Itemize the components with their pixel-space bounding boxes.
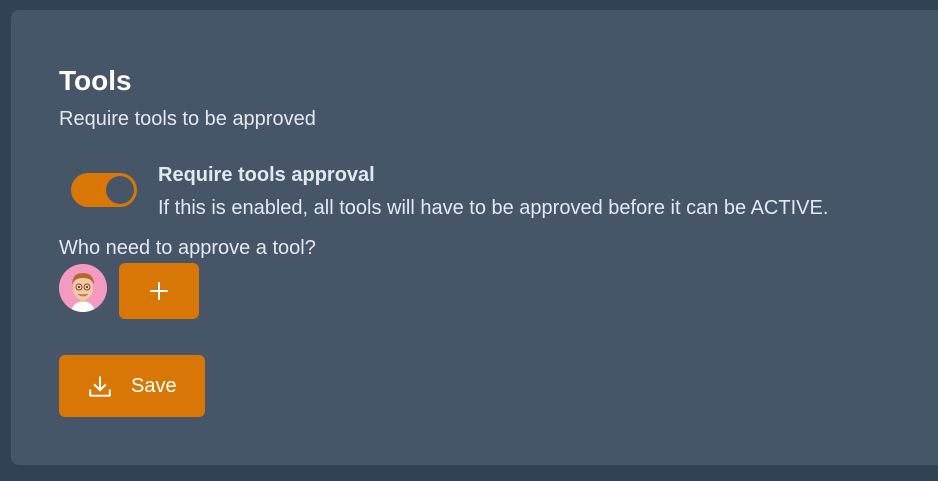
memoji-avatar-icon	[59, 264, 107, 312]
plus-icon	[150, 282, 168, 300]
add-approver-button[interactable]	[119, 263, 199, 319]
download-icon	[89, 376, 111, 397]
approver-avatar[interactable]	[59, 264, 107, 312]
tools-settings-card: Tools Require tools to be approved Requi…	[11, 10, 938, 465]
save-label: Save	[131, 375, 177, 397]
section-title: Tools	[59, 65, 132, 96]
approvers-label: Who need to approve a tool?	[59, 237, 316, 259]
require-approval-toggle[interactable]	[71, 173, 137, 207]
save-button[interactable]: Save	[59, 355, 205, 417]
toggle-knob	[106, 176, 134, 204]
toggle-description: If this is enabled, all tools will have …	[158, 197, 829, 219]
section-subtitle: Require tools to be approved	[59, 108, 316, 130]
toggle-label: Require tools approval	[158, 164, 375, 186]
